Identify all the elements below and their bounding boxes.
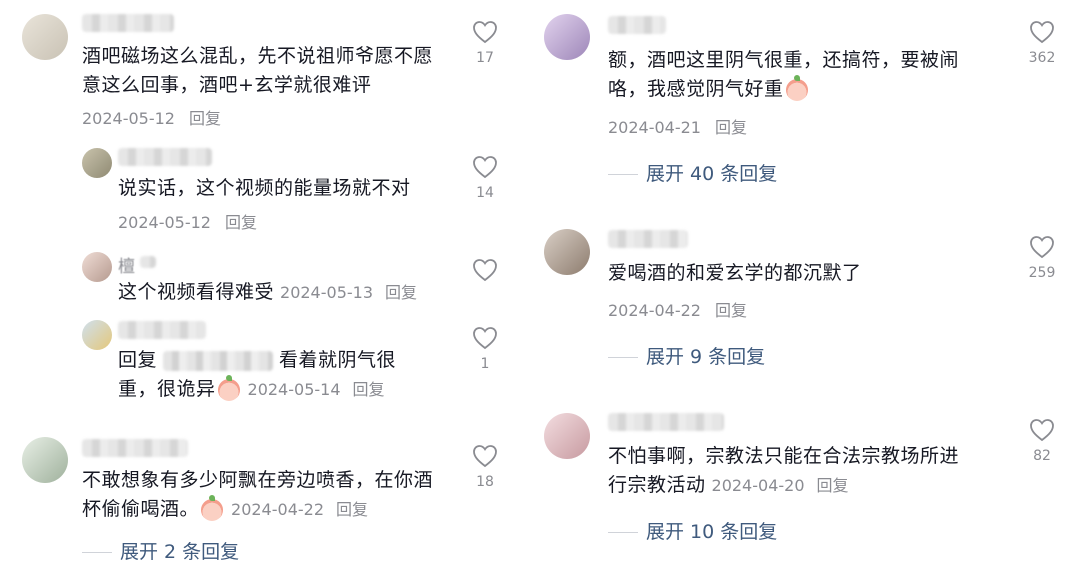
avatar[interactable] (22, 14, 68, 60)
username-blurred[interactable] (82, 439, 188, 457)
avatar[interactable] (22, 437, 68, 483)
peach-face-emoji (217, 374, 240, 401)
expand-replies-button[interactable]: 展开 2 条回复 (82, 537, 239, 564)
comment-date: 2024-05-12 (82, 109, 175, 128)
reply-body-line1: 看着就阴气很 (279, 349, 397, 371)
like-button[interactable]: 18 (465, 444, 505, 490)
comment-text: 不敢想象有多少阿飘在旁边喷香，在你酒 杯偷偷喝酒。 2024-04-22 回复 (82, 466, 462, 524)
like-count: 17 (476, 50, 494, 66)
comment-date: 2024-04-22 (231, 500, 324, 519)
comment-text: 酒吧磁场这么混乱，先不说祖师爷愿不愿意这么回事，酒吧+玄学就很难评 (82, 45, 434, 96)
reply-button[interactable]: 回复 (385, 283, 417, 302)
expand-replies-button[interactable]: 展开 10 条回复 (608, 517, 777, 544)
reply-body-line2: 重，很诡异 (118, 378, 216, 400)
avatar[interactable] (82, 148, 112, 178)
comment-line1: 额，酒吧这里阴气很重，还搞符，要被闹 (608, 49, 960, 71)
reply-date: 2024-05-12 (118, 213, 211, 232)
comment-date: 2024-04-20 (711, 476, 805, 495)
divider-line (82, 552, 112, 553)
comment-line2: 咯，我感觉阴气好重 (608, 78, 784, 100)
username-blurred[interactable] (118, 148, 212, 166)
expand-replies-label: 展开 40 条回复 (646, 163, 778, 185)
comment-meta: 2024-04-22 回复 (608, 297, 747, 321)
like-button[interactable]: 14 (465, 155, 505, 201)
heart-outline-icon (1030, 21, 1054, 44)
comment-date: 2024-04-21 (608, 118, 701, 137)
divider-line (608, 532, 638, 533)
comment-text: 额，酒吧这里阴气很重，还搞符，要被闹 咯，我感觉阴气好重 (608, 46, 1008, 104)
comment-meta: 2024-05-12 回复 (82, 105, 221, 129)
left-comment-column: 酒吧磁场这么混乱，先不说祖师爷愿不愿意这么回事，酒吧+玄学就很难评 2024-0… (0, 0, 540, 574)
expand-replies-button[interactable]: 展开 9 条回复 (608, 342, 765, 369)
mentioned-user-blurred[interactable] (163, 350, 274, 371)
expand-replies-label: 展开 2 条回复 (120, 541, 240, 563)
like-button[interactable] (465, 258, 505, 282)
heart-outline-icon (473, 156, 497, 179)
username-partial[interactable]: 檀 (118, 252, 135, 277)
avatar[interactable] (544, 413, 590, 459)
heart-outline-icon (473, 259, 497, 282)
reply-button[interactable]: 回复 (817, 476, 849, 495)
comment-line1: 不敢想象有多少阿飘在旁边喷香，在你酒 (82, 469, 434, 491)
avatar[interactable] (82, 320, 112, 350)
peach-face-emoji (201, 494, 224, 521)
like-count: 14 (476, 185, 494, 201)
username-blurred[interactable] (140, 256, 156, 268)
heart-outline-icon (1030, 419, 1054, 442)
expand-replies-button[interactable]: 展开 40 条回复 (608, 159, 777, 186)
like-button[interactable]: 259 (1022, 235, 1062, 281)
reply-text: 说实话，这个视频的能量场就不对 (118, 177, 411, 199)
username-blurred[interactable] (608, 16, 666, 34)
comment-text: 爱喝酒的和爱玄学的都沉默了 (608, 262, 862, 284)
like-count: 1 (480, 356, 490, 372)
divider-line (608, 174, 638, 175)
comment-line2: 行宗教活动 (608, 474, 706, 496)
peach-face-emoji (785, 74, 808, 101)
like-count: 82 (1033, 448, 1051, 464)
heart-outline-icon (473, 445, 497, 468)
reply-button[interactable]: 回复 (353, 380, 385, 399)
username-blurred[interactable] (608, 230, 688, 248)
comment-date: 2024-04-22 (608, 301, 701, 320)
reply-button[interactable]: 回复 (189, 109, 221, 128)
comment-meta: 2024-04-21 回复 (608, 114, 747, 138)
like-button[interactable]: 362 (1022, 20, 1062, 66)
comment-line2: 杯偷偷喝酒。 (82, 498, 200, 520)
like-count: 18 (476, 474, 494, 490)
reply-date: 2024-05-13 (280, 283, 373, 302)
reply-text: 这个视频看得难受 2024-05-13 回复 (118, 278, 458, 307)
reply-body: 这个视频看得难受 (118, 281, 275, 303)
reply-prefix: 回复 (118, 349, 158, 371)
right-comment-column: 额，酒吧这里阴气很重，还搞符，要被闹 咯，我感觉阴气好重 2024-04-21 回… (540, 0, 1080, 574)
reply-text: 回复 看着就阴气很 重，很诡异 2024-05-14 回复 (118, 346, 458, 404)
username-blurred[interactable] (608, 413, 724, 431)
heart-outline-icon (473, 327, 497, 350)
like-count: 259 (1028, 265, 1056, 281)
like-button[interactable]: 1 (465, 326, 505, 372)
reply-button[interactable]: 回复 (715, 118, 747, 137)
avatar[interactable] (544, 14, 590, 60)
heart-outline-icon (1030, 236, 1054, 259)
like-count: 362 (1028, 50, 1056, 66)
expand-replies-label: 展开 10 条回复 (646, 521, 778, 543)
comment-text: 不怕事啊，宗教法只能在合法宗教场所进 行宗教活动 2024-04-20 回复 (608, 442, 1008, 500)
like-button[interactable]: 82 (1022, 418, 1062, 464)
username-blurred[interactable] (118, 321, 206, 339)
heart-outline-icon (473, 21, 497, 44)
divider-line (608, 357, 638, 358)
reply-button[interactable]: 回复 (225, 213, 257, 232)
reply-button[interactable]: 回复 (715, 301, 747, 320)
avatar[interactable] (82, 252, 112, 282)
avatar[interactable] (544, 229, 590, 275)
like-button[interactable]: 17 (465, 20, 505, 66)
username-blurred[interactable] (82, 14, 174, 32)
reply-meta: 2024-05-12 回复 (118, 209, 257, 233)
reply-button[interactable]: 回复 (336, 500, 368, 519)
reply-date: 2024-05-14 (247, 380, 341, 399)
expand-replies-label: 展开 9 条回复 (646, 346, 766, 368)
comment-line1: 不怕事啊，宗教法只能在合法宗教场所进 (608, 445, 960, 467)
